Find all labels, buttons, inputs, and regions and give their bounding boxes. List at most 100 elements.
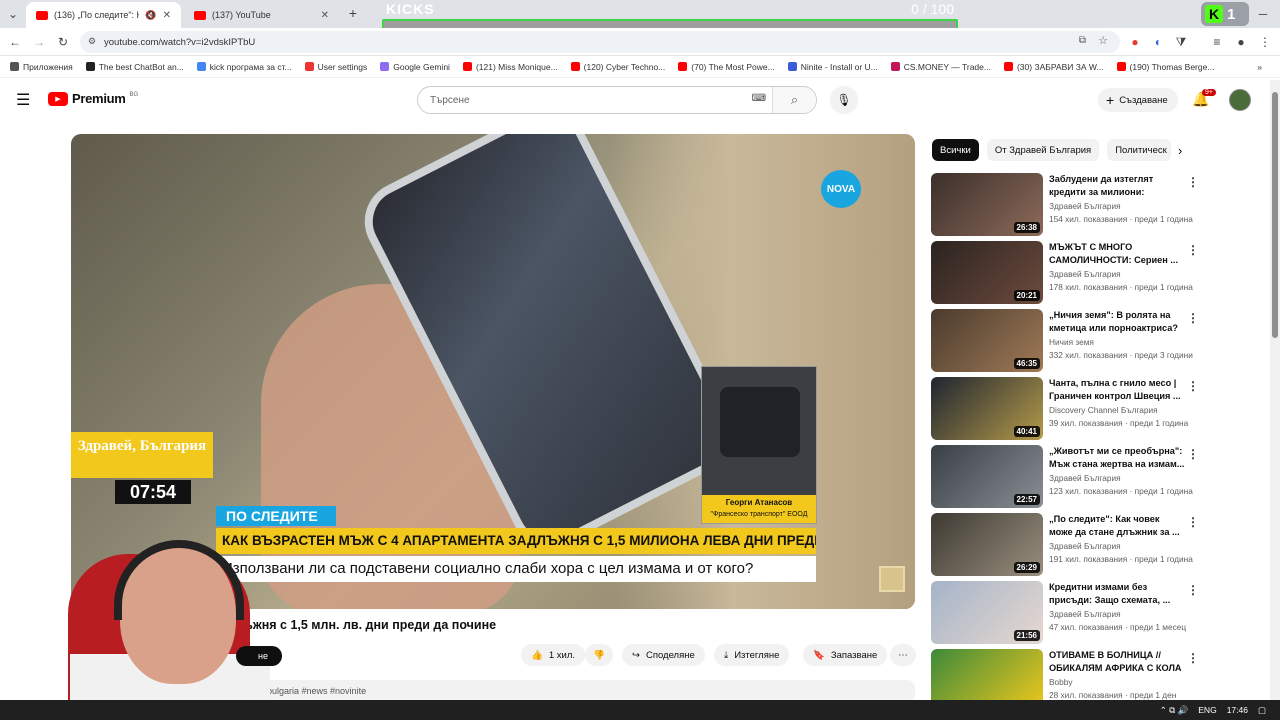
- recommended-channel[interactable]: Здравей България: [1049, 269, 1121, 279]
- more-options-icon[interactable]: ⋮: [1187, 515, 1199, 529]
- recommended-title[interactable]: „Животът ми се преобърна": Мъж стана жер…: [1049, 445, 1185, 471]
- chip-politics[interactable]: Политическ: [1107, 139, 1172, 161]
- scrollbar-thumb[interactable]: [1272, 92, 1278, 338]
- more-options-icon[interactable]: ⋮: [1187, 583, 1199, 597]
- recommended-meta: 332 хил. показвания · преди 3 години: [1049, 350, 1193, 360]
- recommended-video[interactable]: 46:35 „Ничия земя": В ролята на кметица и…: [931, 309, 1201, 373]
- more-options-icon[interactable]: ⋮: [1187, 311, 1199, 325]
- bookmark-item[interactable]: (30) ЗАБРАВИ ЗА W...: [1003, 62, 1104, 72]
- clock[interactable]: 17:46: [1227, 705, 1248, 715]
- bookmark-item[interactable]: Ninite - Install or U...: [787, 62, 878, 72]
- recommended-title[interactable]: Кредитни измами без присъди: Защо схемат…: [1049, 581, 1185, 607]
- tab-active[interactable]: (136) „По следите": Как за... 🔇 ✕: [26, 2, 181, 28]
- back-icon[interactable]: ←: [6, 33, 24, 51]
- recommended-title[interactable]: ОТИВАМЕ В БОЛНИЦА // ОБИКАЛЯМ АФРИКА С К…: [1049, 649, 1185, 675]
- recommended-title[interactable]: Чанта, пълна с гнило месо | Граничен кон…: [1049, 377, 1185, 403]
- bookmark-item[interactable]: (190) Thomas Berge...: [1116, 62, 1214, 72]
- bookmark-item[interactable]: (70) The Most Powe...: [678, 62, 775, 72]
- share-button[interactable]: ↪ Споделяне: [622, 644, 705, 666]
- url-bar[interactable]: ⚙ youtube.com/watch?v=i2vdskIPTbU ⧉ ☆: [80, 31, 1120, 53]
- profile-ext-icon[interactable]: ●: [1232, 33, 1250, 51]
- save-button[interactable]: 🔖 Запазване: [803, 644, 888, 666]
- recommended-channel[interactable]: Discovery Channel България: [1049, 405, 1158, 415]
- recommended-title[interactable]: МЪЖЪТ С МНОГО САМОЛИЧНОСТИ: Сериен ...: [1049, 241, 1185, 267]
- tab-list-icon[interactable]: ⌄: [4, 5, 22, 23]
- recommended-video[interactable]: 20:21 МЪЖЪТ С МНОГО САМОЛИЧНОСТИ: Сериен …: [931, 241, 1201, 305]
- more-actions-button[interactable]: ⋯: [890, 644, 916, 666]
- minimize-icon[interactable]: ─: [1254, 5, 1272, 23]
- video-thumbnail[interactable]: 22:57: [931, 445, 1043, 508]
- bookmarks-overflow-icon[interactable]: »: [1257, 62, 1262, 72]
- browser-menu-icon[interactable]: ⋮: [1256, 33, 1274, 51]
- recommended-title[interactable]: „По следите": Как човек може да стане дл…: [1049, 513, 1185, 539]
- tab-label: (136) „По следите": Как за...: [54, 10, 140, 20]
- bookmark-item[interactable]: (121) Miss Monique...: [462, 62, 558, 72]
- video-thumbnail[interactable]: 26:29: [931, 513, 1043, 576]
- extension-icon[interactable]: ◖: [1148, 33, 1166, 51]
- close-tab-icon[interactable]: ✕: [163, 10, 171, 21]
- bookmark-item[interactable]: kick програма за ст...: [196, 62, 292, 72]
- video-thumbnail[interactable]: 40:41: [931, 377, 1043, 440]
- video-thumbnail[interactable]: 20:21: [931, 241, 1043, 304]
- subscribe-button[interactable]: не: [236, 646, 282, 666]
- bookmark-item[interactable]: User settings: [304, 62, 367, 72]
- voice-search-button[interactable]: 🎙: [830, 86, 858, 114]
- search-button[interactable]: ⌕: [772, 87, 816, 113]
- recommended-title[interactable]: Заблудени да изтеглят кредити за милиони…: [1049, 173, 1185, 199]
- video-thumbnail[interactable]: 26:38: [931, 173, 1043, 236]
- install-icon[interactable]: ⧉: [1079, 35, 1086, 46]
- tray-icons[interactable]: ⌃ ⧉ 🔊: [1160, 705, 1189, 716]
- recommended-title[interactable]: „Ничия земя": В ролята на кметица или по…: [1049, 309, 1185, 335]
- youtube-logo[interactable]: ▶ Premium BG: [48, 91, 138, 106]
- avatar[interactable]: [1229, 89, 1251, 111]
- chevron-right-icon[interactable]: ›: [1178, 143, 1182, 158]
- page-scrollbar[interactable]: [1270, 80, 1280, 700]
- create-button[interactable]: + Създаване: [1098, 88, 1178, 112]
- site-info-icon[interactable]: ⚙: [88, 36, 96, 47]
- recommended-channel[interactable]: Здравей България: [1049, 541, 1121, 551]
- recommended-channel[interactable]: Здравей България: [1049, 609, 1121, 619]
- bookmark-item[interactable]: (120) Cyber Techno...: [570, 62, 665, 72]
- recommended-channel[interactable]: Ничия земя: [1049, 337, 1094, 347]
- bookmark-item[interactable]: The best ChatBot an...: [85, 62, 184, 72]
- media-icon[interactable]: ≡: [1208, 33, 1226, 51]
- like-button[interactable]: 👍 1 хил.: [521, 644, 586, 666]
- recommended-channel[interactable]: Bobby: [1049, 677, 1073, 687]
- dislike-button[interactable]: 👎: [585, 644, 613, 666]
- extensions-puzzle-icon[interactable]: ⧩: [1172, 33, 1190, 51]
- more-options-icon[interactable]: ⋮: [1187, 651, 1199, 665]
- recommended-channel[interactable]: Здравей България: [1049, 473, 1121, 483]
- bookmark-item[interactable]: Google Gemini: [380, 62, 450, 72]
- recommended-channel[interactable]: Здравей България: [1049, 201, 1121, 211]
- search-input[interactable]: Търсене ⌨ ⌕: [417, 86, 817, 114]
- close-tab-icon[interactable]: ✕: [321, 10, 329, 21]
- more-options-icon[interactable]: ⋮: [1187, 447, 1199, 461]
- video-thumbnail[interactable]: 21:56: [931, 581, 1043, 644]
- keyboard-icon[interactable]: ⌨: [752, 93, 766, 104]
- bookmark-item[interactable]: CS.MONEY — Trade...: [890, 62, 991, 72]
- recommended-video[interactable]: 26:29 „По следите": Как човек може да ста…: [931, 513, 1201, 577]
- hamburger-menu-icon[interactable]: ☰: [16, 90, 30, 110]
- tab-youtube[interactable]: (137) YouTube ✕: [184, 2, 339, 28]
- bookmark-apps[interactable]: Приложения: [10, 62, 73, 72]
- recommended-video[interactable]: 40:41 Чанта, пълна с гнило месо | Граниче…: [931, 377, 1201, 441]
- extension-adblock-icon[interactable]: ●: [1126, 33, 1144, 51]
- recommended-video[interactable]: 26:38 Заблудени да изтеглят кредити за ми…: [931, 173, 1201, 237]
- recommended-video[interactable]: 22:57 „Животът ми се преобърна": Мъж стан…: [931, 445, 1201, 509]
- bookmark-star-icon[interactable]: ☆: [1098, 34, 1108, 47]
- notification-center-icon[interactable]: ▢: [1258, 705, 1266, 716]
- chip-channel[interactable]: От Здравей България: [986, 139, 1100, 161]
- forward-icon[interactable]: →: [30, 33, 48, 51]
- more-options-icon[interactable]: ⋮: [1187, 175, 1199, 189]
- download-button[interactable]: ⤓ Изтегляне: [714, 644, 790, 666]
- reload-icon[interactable]: ↻: [54, 33, 72, 51]
- more-options-icon[interactable]: ⋮: [1187, 243, 1199, 257]
- chip-all[interactable]: Всички: [932, 139, 979, 161]
- recommended-video[interactable]: 21:56 Кредитни измами без присъди: Защо с…: [931, 581, 1201, 645]
- tab-label: (137) YouTube: [212, 10, 271, 20]
- new-tab-button[interactable]: +: [344, 4, 362, 22]
- language-indicator[interactable]: ENG: [1198, 705, 1216, 715]
- video-thumbnail[interactable]: 46:35: [931, 309, 1043, 372]
- more-options-icon[interactable]: ⋮: [1187, 379, 1199, 393]
- mute-icon[interactable]: 🔇: [145, 10, 156, 21]
